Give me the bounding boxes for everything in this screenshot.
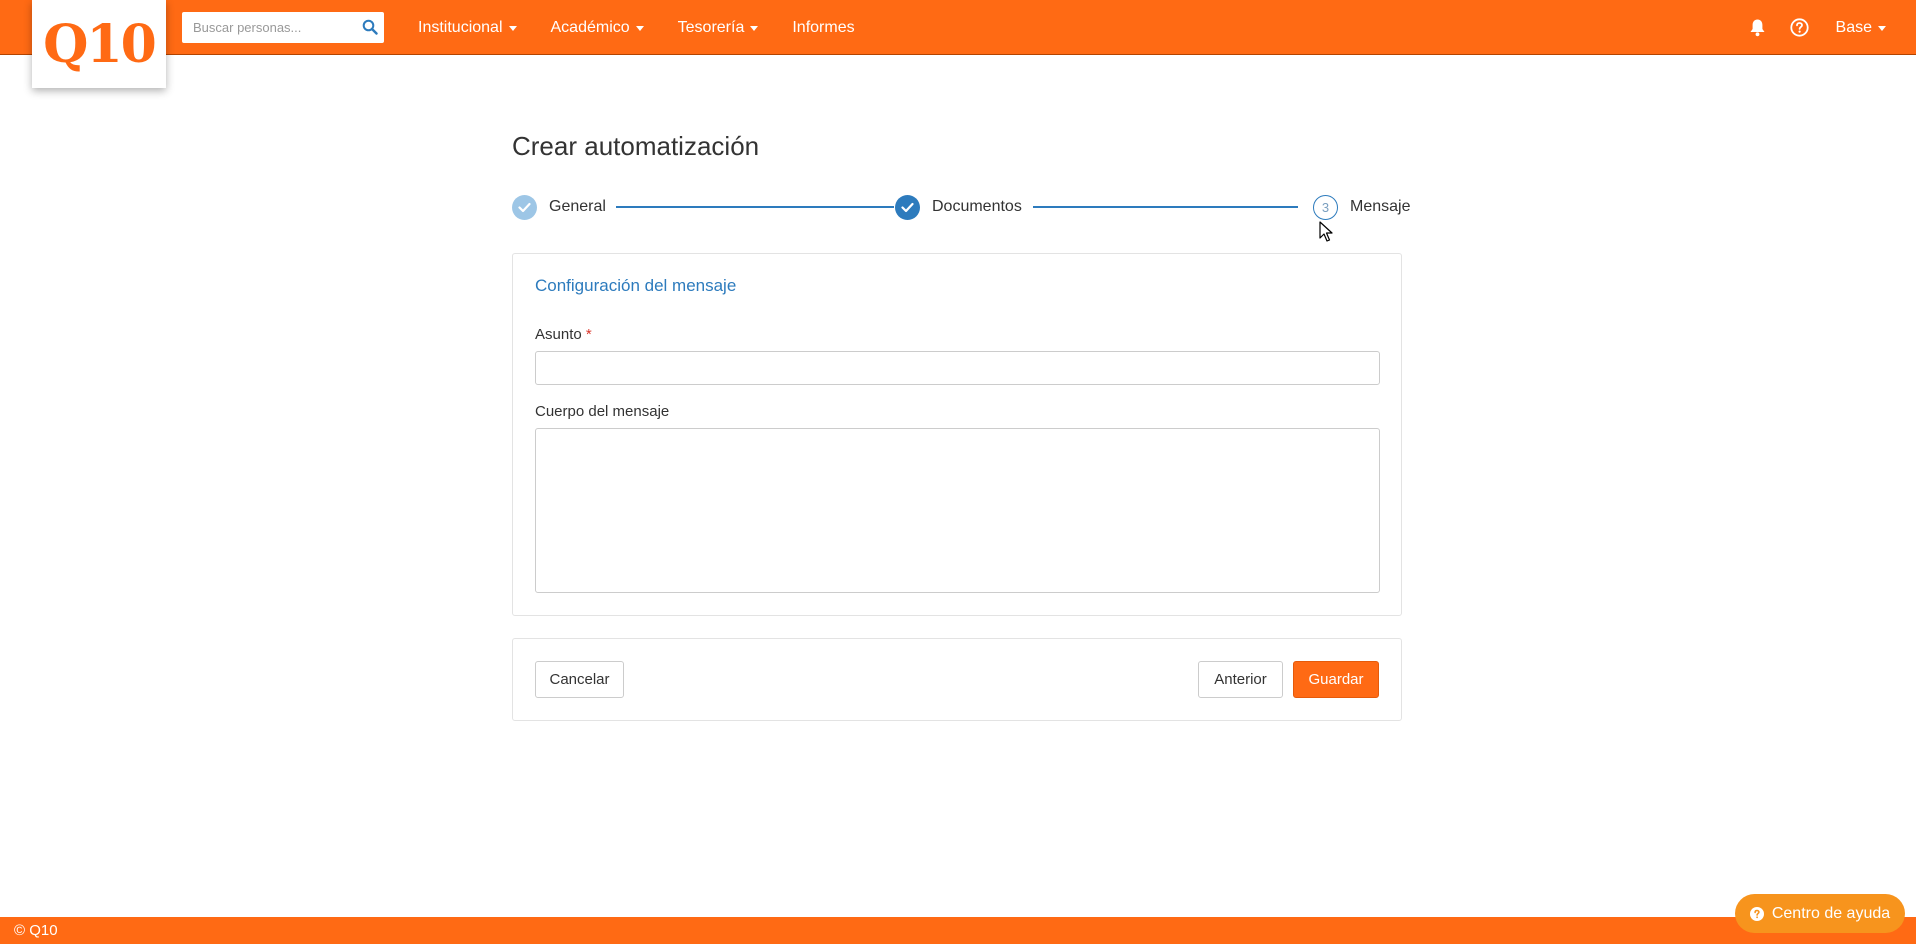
step-number-circle: 3	[1313, 194, 1338, 220]
check-icon	[512, 194, 537, 220]
step-label: Mensaje	[1350, 198, 1411, 215]
caret-down-icon	[750, 26, 759, 31]
caret-down-icon	[1878, 26, 1886, 31]
actions-card: Cancelar Anterior Guardar	[512, 638, 1402, 721]
step-label: Documentos	[932, 198, 1022, 215]
nav-item-label: Institucional	[418, 18, 503, 36]
search-icon[interactable]	[362, 19, 378, 35]
message-body-textarea[interactable]	[535, 428, 1380, 593]
top-navbar: Institucional Académico Tesorería Inform…	[0, 0, 1916, 55]
user-menu[interactable]: Base	[1836, 19, 1886, 37]
nav-item-institucional[interactable]: Institucional	[418, 19, 517, 37]
save-button[interactable]: Guardar	[1293, 661, 1379, 698]
copyright-text: © Q10	[14, 922, 58, 939]
subject-input[interactable]	[535, 351, 1380, 385]
search-input[interactable]	[182, 12, 352, 43]
step-documentos[interactable]: Documentos	[895, 194, 1022, 220]
check-icon	[895, 194, 920, 220]
bell-icon[interactable]	[1748, 18, 1768, 38]
previous-button[interactable]: Anterior	[1198, 661, 1283, 698]
subject-label: Asunto *	[535, 326, 592, 343]
question-circle-icon	[1749, 906, 1764, 921]
user-menu-label: Base	[1835, 18, 1872, 36]
caret-down-icon	[508, 26, 517, 31]
subject-label-text: Asunto	[535, 326, 582, 343]
main-nav: Institucional Académico Tesorería Inform…	[418, 0, 889, 55]
logo-text: Q10	[43, 13, 157, 75]
wizard-stepper: General Documentos 3 Mensaje	[512, 194, 1410, 220]
question-circle-icon[interactable]	[1790, 18, 1810, 38]
topbar-tools: Base	[1748, 0, 1886, 55]
nav-item-academico[interactable]: Académico	[551, 19, 644, 37]
message-config-card: Configuración del mensaje Asunto * Cuerp…	[512, 253, 1402, 616]
step-connector	[1033, 206, 1298, 208]
mouse-cursor-icon	[1319, 221, 1333, 242]
nav-item-label: Académico	[550, 18, 630, 36]
nav-item-label: Tesorería	[677, 18, 745, 36]
nav-item-label: Informes	[792, 18, 855, 36]
footer: © Q10	[0, 917, 1916, 944]
nav-item-tesoreria[interactable]: Tesorería	[678, 19, 759, 37]
page-title: Crear automatización	[512, 131, 760, 161]
search-box	[182, 12, 384, 43]
nav-item-informes[interactable]: Informes	[792, 19, 854, 37]
step-mensaje[interactable]: 3 Mensaje	[1313, 194, 1410, 220]
step-number: 3	[1321, 199, 1330, 215]
cancel-button[interactable]: Cancelar	[535, 661, 624, 698]
help-center-button[interactable]: Centro de ayuda	[1735, 894, 1905, 933]
q10-logo[interactable]: Q10	[32, 0, 166, 88]
step-label: General	[549, 198, 606, 215]
step-connector	[616, 206, 894, 208]
caret-down-icon	[635, 26, 644, 31]
required-mark: *	[585, 326, 592, 343]
section-title: Configuración del mensaje	[535, 276, 737, 295]
step-general[interactable]: General	[512, 194, 606, 220]
body-label: Cuerpo del mensaje	[535, 403, 670, 420]
help-center-label: Centro de ayuda	[1771, 904, 1891, 922]
